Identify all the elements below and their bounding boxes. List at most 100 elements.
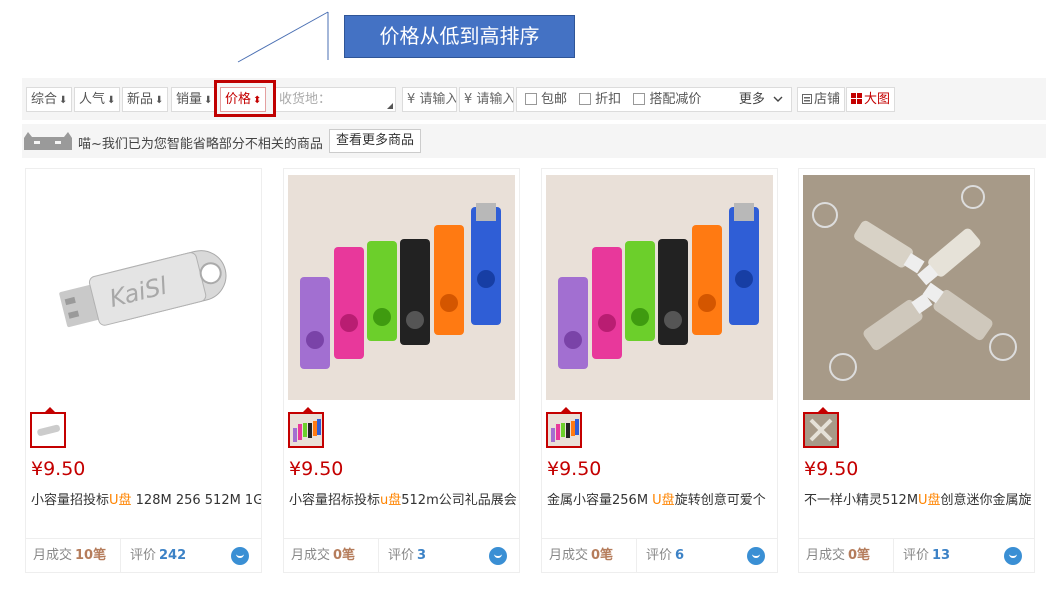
grid-icon: [851, 93, 862, 104]
title-text: 不一样小精灵512M: [804, 493, 919, 508]
title-text: 金属小容量256M: [547, 493, 653, 508]
title-text: 小容量招投标: [31, 493, 110, 508]
price-sort-highlight: [214, 80, 276, 117]
arrow-down-icon: ⬇: [204, 95, 213, 106]
free-shipping-checkbox[interactable]: [525, 93, 537, 105]
more-filters-button[interactable]: 更多: [739, 88, 783, 111]
sort-popularity-button[interactable]: 人气 ⬇: [74, 87, 121, 112]
cat-logo-icon: [24, 132, 72, 150]
product-title[interactable]: 小容量招投标U盘 128M 256 512M 1G: [31, 489, 261, 508]
review-count[interactable]: 评价 13: [903, 539, 950, 572]
free-shipping-label: 包邮: [541, 92, 568, 107]
price-min-input[interactable]: ¥ 请输入: [402, 87, 457, 112]
ship-to-label: 收货地：: [279, 92, 332, 107]
callout-pointer-line: [237, 11, 329, 63]
product-image[interactable]: [803, 175, 1030, 400]
product-price: ¥9.50: [31, 458, 86, 480]
arrow-down-icon: ⬇: [59, 95, 68, 106]
chevron-down-icon: [773, 96, 783, 102]
sort-label: 人气: [79, 92, 106, 107]
sales-label: 月成交: [291, 548, 331, 563]
sales-label: 月成交: [549, 548, 589, 563]
review-label: 评价: [388, 548, 415, 563]
product-title[interactable]: 小容量招标投标u盘512m公司礼品展会: [289, 489, 519, 508]
product-price: ¥9.50: [804, 458, 859, 480]
monthly-sales: 月成交 0笔: [549, 539, 637, 572]
view-shop-button[interactable]: 店铺: [797, 87, 846, 112]
sort-label: 新品: [127, 92, 154, 107]
product-thumbnail[interactable]: [546, 407, 582, 448]
chat-icon[interactable]: [489, 547, 507, 565]
review-label: 评价: [903, 548, 930, 563]
sales-value: 0笔: [333, 548, 356, 563]
review-label: 评价: [646, 548, 673, 563]
review-value: 6: [675, 548, 685, 563]
review-count[interactable]: 评价 6: [646, 539, 684, 572]
review-value: 242: [159, 548, 187, 563]
sort-filter-toolbar: 综合 ⬇ 人气 ⬇ 新品 ⬇ 销量 ⬇ 价格 ⬍ 收货地： ¥ 请输入 ¥ 请输入 包邮 …: [22, 78, 1046, 120]
monthly-sales: 月成交 10笔: [33, 539, 121, 572]
sales-value: 10笔: [75, 548, 107, 563]
product-image[interactable]: [288, 175, 515, 400]
review-value: 13: [932, 548, 951, 563]
product-thumbnail[interactable]: [803, 407, 839, 448]
shop-list-icon: [802, 94, 812, 104]
sort-label: 综合: [31, 92, 58, 107]
view-shop-label: 店铺: [814, 92, 841, 107]
title-keyword: U盘: [652, 493, 675, 508]
sort-new-button[interactable]: 新品 ⬇: [122, 87, 169, 112]
chat-icon[interactable]: [1004, 547, 1022, 565]
sort-sales-button[interactable]: 销量 ⬇: [171, 87, 218, 112]
sort-label: 销量: [176, 92, 203, 107]
price-max-placeholder: ¥ 请输入: [464, 92, 514, 107]
product-title[interactable]: 不一样小精灵512MU盘创意迷你金属旋: [804, 489, 1034, 508]
notice-bar: 喵~我们已为您智能省略部分不相关的商品 查看更多商品: [22, 124, 1046, 158]
discount-checkbox[interactable]: [579, 93, 592, 105]
view-grid-label: 大图: [864, 92, 891, 107]
review-value: 3: [417, 548, 427, 563]
product-card[interactable]: ¥9.50 不一样小精灵512MU盘创意迷你金属旋 月成交 0笔 评价 13: [798, 168, 1035, 573]
sales-value: 0笔: [848, 548, 871, 563]
product-card[interactable]: KaiSl ¥9.50 小容量招投标U盘 128M 256 512M 1G 月成…: [25, 168, 262, 573]
title-text: 旋转创意可爱个: [674, 493, 766, 508]
sales-value: 0笔: [591, 548, 614, 563]
sales-label: 月成交: [806, 548, 846, 563]
product-title[interactable]: 金属小容量256M U盘旋转创意可爱个: [547, 489, 777, 508]
review-count[interactable]: 评价 3: [388, 539, 426, 572]
review-count[interactable]: 评价 242: [130, 539, 186, 572]
dropdown-corner-icon: [387, 103, 393, 109]
sales-label: 月成交: [33, 548, 73, 563]
product-stats: 月成交 0笔 评价 6: [542, 538, 777, 572]
product-stats: 月成交 0笔 评价 13: [799, 538, 1034, 572]
title-text: 128M 256 512M 1G: [131, 493, 261, 508]
product-price: ¥9.50: [547, 458, 602, 480]
chat-icon[interactable]: [747, 547, 765, 565]
ship-to-select[interactable]: 收货地：: [274, 87, 396, 112]
arrow-down-icon: ⬇: [107, 95, 116, 106]
title-text: 创意迷你金属旋: [940, 493, 1032, 508]
view-grid-button[interactable]: 大图: [846, 87, 896, 112]
bundle-discount-checkbox[interactable]: [633, 93, 646, 105]
title-keyword: U盘: [918, 493, 941, 508]
review-label: 评价: [130, 548, 157, 563]
discount-label: 折扣: [595, 92, 622, 107]
filter-group: 包邮 折扣 搭配减价 更多: [516, 87, 792, 112]
view-more-products-button[interactable]: 查看更多商品: [329, 129, 422, 153]
arrow-down-icon: ⬇: [155, 95, 164, 106]
product-card[interactable]: ¥9.50 小容量招标投标u盘512m公司礼品展会 月成交 0笔 评价 3: [283, 168, 520, 573]
title-text: 小容量招标投标: [289, 493, 381, 508]
monthly-sales: 月成交 0笔: [291, 539, 379, 572]
product-stats: 月成交 10笔 评价 242: [26, 538, 261, 572]
price-min-placeholder: ¥ 请输入: [407, 92, 457, 107]
product-card[interactable]: ¥9.50 金属小容量256M U盘旋转创意可爱个 月成交 0笔 评价 6: [541, 168, 778, 573]
product-image[interactable]: [546, 175, 773, 400]
price-max-input[interactable]: ¥ 请输入: [459, 87, 514, 112]
chat-icon[interactable]: [231, 547, 249, 565]
notice-text: 喵~我们已为您智能省略部分不相关的商品: [78, 137, 323, 152]
product-image[interactable]: KaiSl: [30, 175, 257, 400]
product-thumbnail[interactable]: [288, 407, 324, 448]
annotation-callout: 价格从低到高排序: [344, 15, 575, 58]
product-thumbnail[interactable]: [30, 407, 66, 448]
sort-general-button[interactable]: 综合 ⬇: [26, 87, 73, 112]
bundle-discount-label: 搭配减价: [649, 92, 702, 107]
